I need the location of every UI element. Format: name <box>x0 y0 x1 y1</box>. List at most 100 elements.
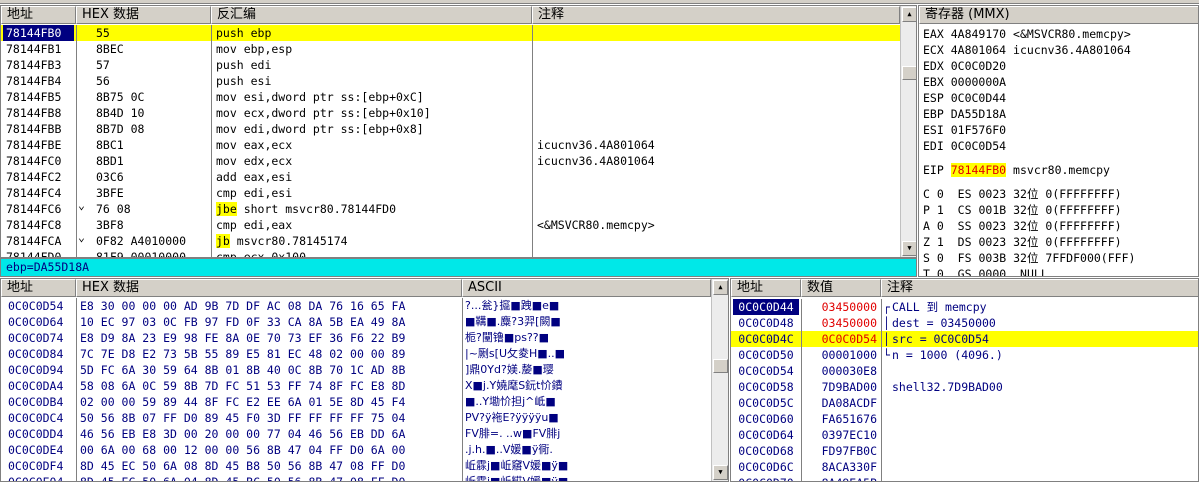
flag-value[interactable]: 1 <box>937 203 944 217</box>
disasm-row[interactable]: 78144FC0 8BD1 mov edx,ecx icucnv36.4A801064 <box>1 153 900 169</box>
disasm-row[interactable]: 78144FB4 56 push esi <box>1 73 900 89</box>
stack-row[interactable]: 0C0C0D4C 0C0C0D54 │ src = 0C0C0D54 <box>731 331 1198 347</box>
scroll-down-arrow-icon[interactable]: ▼ <box>713 465 728 480</box>
disasm-row[interactable]: 78144FC4 3BFE cmp edi,esi <box>1 185 900 201</box>
flag-value[interactable]: 0 <box>937 187 944 201</box>
disasm-row[interactable]: 78144FB8 8B4D 10 mov ecx,dword ptr ss:[ebp… <box>1 105 900 121</box>
flag-value[interactable]: 0 <box>937 219 944 233</box>
flag-value[interactable]: 1 <box>937 235 944 249</box>
scroll-up-arrow-icon[interactable]: ▲ <box>713 280 728 295</box>
stack-header-comment[interactable]: 注释 <box>881 279 1198 297</box>
disasm-header-comment[interactable]: 注释 <box>532 6 900 24</box>
scroll-thumb[interactable] <box>902 66 916 80</box>
stack-row[interactable]: 0C0C0D5C DA08ACDF <box>731 395 1198 411</box>
dump-row[interactable]: 0C0C0DE4 00 6A 00 68 00 12 00 00 56 8B 47… <box>1 442 711 458</box>
dump-header-ascii[interactable]: ASCII <box>462 279 711 297</box>
stack-row[interactable]: 0C0C0D64 0397EC10 <box>731 427 1198 443</box>
flag-segment-row[interactable]: S 0 FS 003B 32位 7FFDF000(FFF) <box>923 250 1135 266</box>
dump-row[interactable]: 0C0C0DB4 02 00 00 59 89 44 8F FC E2 EE 6A… <box>1 394 711 410</box>
stack-rows[interactable]: 0C0C0D44 03450000 ┌ CALL 到 memcpy 0C0C0D48 03… <box>731 299 1198 481</box>
register-row[interactable]: ESP 0C0C0D44 <box>923 90 1013 106</box>
disasm-row[interactable]: 78144FBE 8BC1 mov eax,ecx icucnv36.4A801064 <box>1 137 900 153</box>
flag-segment-row[interactable]: A 0 SS 0023 32位 0(FFFFFFFF) <box>923 218 1122 234</box>
flag-value[interactable]: 0 <box>937 267 944 276</box>
flag-segment-row[interactable]: P 1 CS 001B 32位 0(FFFFFFFF) <box>923 202 1122 218</box>
registers-pane[interactable]: 寄存器 (MMX) EAX 4A849170 <&MSVCR80.memcpy>… <box>918 5 1199 277</box>
disasm-row[interactable]: 78144FD0 81F9 00010000 cmp ecx,0x100 <box>1 249 900 257</box>
column-divider <box>881 363 882 379</box>
register-value[interactable]: 0C0C0D54 <box>951 139 1006 153</box>
register-value[interactable]: 4A801064 <box>951 43 1006 57</box>
dump-header-address[interactable]: 地址 <box>1 279 76 297</box>
stack-row[interactable]: 0C0C0D68 FD97FB0C <box>731 443 1198 459</box>
register-row[interactable]: EAX 4A849170 <&MSVCR80.memcpy> <box>923 26 1131 42</box>
disasm-rows[interactable]: 78144FB0 55 push ebp 78144FB1 8BEC mov ebp,es… <box>1 25 900 257</box>
disasm-row[interactable]: 78144FBB 8B7D 08 mov edi,dword ptr ss:[ebp… <box>1 121 900 137</box>
dump-rows[interactable]: 0C0C0D54 E8 30 00 00 00 AD 9B 7D DF AC 08… <box>1 298 711 481</box>
stack-header-value[interactable]: 数值 <box>801 279 881 297</box>
dump-row[interactable]: 0C0C0D94 5D FC 6A 30 59 64 8B 01 8B 40 0C… <box>1 362 711 378</box>
register-value[interactable]: 0C0C0D20 <box>951 59 1006 73</box>
register-row[interactable]: ESI 01F576F0 <box>923 122 1013 138</box>
disasm-row[interactable]: 78144FB0 55 push ebp <box>1 25 900 41</box>
dump-hex: 02 00 00 59 89 44 8F FC E2 EE 6A 01 5E 8… <box>80 395 406 409</box>
dump-row[interactable]: 0C0C0E04 8D 45 EC 50 6A 04 8D 45 BC 50 56… <box>1 474 711 481</box>
stack-pane[interactable]: 地址 数值 注释 0C0C0D44 03450000 ┌ CALL 到 memcpy 0… <box>730 278 1199 482</box>
register-row[interactable]: EDI 0C0C0D54 <box>923 138 1013 154</box>
flag-segment-row[interactable]: C 0 ES 0023 32位 0(FFFFFFFF) <box>923 186 1122 202</box>
stack-row[interactable]: 0C0C0D70 8A49EA5B <box>731 475 1198 481</box>
stack-header-address[interactable]: 地址 <box>731 279 801 297</box>
register-value[interactable]: 4A849170 <box>951 27 1006 41</box>
stack-row[interactable]: 0C0C0D44 03450000 ┌ CALL 到 memcpy <box>731 299 1198 315</box>
stack-row[interactable]: 0C0C0D54 000030E8 <box>731 363 1198 379</box>
disasm-scrollbar[interactable]: ▲ ▼ <box>900 6 916 257</box>
dump-row[interactable]: 0C0C0DD4 46 56 EB E8 3D 00 20 00 00 77 04… <box>1 426 711 442</box>
disasm-row[interactable]: 78144FCA ⌄ 0F82 A4010000 jb msvcr80.7814517… <box>1 230 900 249</box>
registers-header[interactable]: 寄存器 (MMX) <box>919 6 1198 24</box>
register-row[interactable]: EBX 0000000A <box>923 74 1013 90</box>
disasm-row[interactable]: 78144FB5 8B75 0C mov esi,dword ptr ss:[ebp… <box>1 89 900 105</box>
disasm-row[interactable]: 78144FC8 3BF8 cmp edi,eax <&MSVCR80.memcpy> <box>1 217 900 233</box>
register-value[interactable]: 0C0C0D44 <box>951 91 1006 105</box>
dump-address: 0C0C0D64 <box>8 315 64 329</box>
dump-row[interactable]: 0C0C0D64 10 EC 97 03 0C FB 97 FD 0F 33 CA… <box>1 314 711 330</box>
stack-row[interactable]: 0C0C0D6C 8ACA330F <box>731 459 1198 475</box>
register-value[interactable]: DA55D18A <box>951 107 1006 121</box>
flag-segment-row[interactable]: T 0 GS 0000 NULL <box>923 266 1048 276</box>
eip-row[interactable]: EIP 78144FB0 msvcr80.memcpy <box>923 162 1110 178</box>
register-value[interactable]: 01F576F0 <box>951 123 1006 137</box>
register-row[interactable]: ECX 4A801064 icucnv36.4A801064 <box>923 42 1131 58</box>
scroll-up-arrow-icon[interactable]: ▲ <box>902 7 916 22</box>
disasm-header-disasm[interactable]: 反汇编 <box>211 6 532 24</box>
scroll-down-arrow-icon[interactable]: ▼ <box>902 241 916 256</box>
jump-arrow-icon <box>78 69 90 85</box>
dump-row[interactable]: 0C0C0D84 7C 7E D8 E2 73 5B 55 89 E5 81 EC… <box>1 346 711 362</box>
disasm-row[interactable]: 78144FB3 57 push edi <box>1 57 900 73</box>
register-row[interactable]: EDX 0C0C0D20 <box>923 58 1013 74</box>
disasm-row[interactable]: 78144FC2 03C6 add eax,esi <box>1 169 900 185</box>
dump-scrollbar[interactable]: ▲ ▼ <box>711 279 728 481</box>
dump-row[interactable]: 0C0C0DC4 50 56 8B 07 FF D0 89 45 F0 3D FF… <box>1 410 711 426</box>
flag-value[interactable]: 0 <box>937 251 944 265</box>
stack-row[interactable]: 0C0C0D48 03450000 │ dest = 03450000 <box>731 315 1198 331</box>
disasm-row[interactable]: 78144FB1 8BEC mov ebp,esp <box>1 41 900 57</box>
stack-row[interactable]: 0C0C0D60 FA651676 <box>731 411 1198 427</box>
dump-row[interactable]: 0C0C0D74 E8 D9 8A 23 E9 98 FE 8A 0E 70 73… <box>1 330 711 346</box>
register-row[interactable]: EBP DA55D18A <box>923 106 1013 122</box>
register-value[interactable]: 0000000A <box>951 75 1006 89</box>
eip-register[interactable]: EIP 78144FB0 msvcr80.memcpy <box>919 162 1198 178</box>
flag-segment-row[interactable]: Z 1 DS 0023 32位 0(FFFFFFFF) <box>923 234 1122 250</box>
dump-row[interactable]: 0C0C0DF4 8D 45 EC 50 6A 08 8D 45 B8 50 56… <box>1 458 711 474</box>
disasm-header-hex[interactable]: HEX 数据 <box>76 6 211 24</box>
eip-value[interactable]: 78144FB0 <box>950 163 1007 177</box>
disasm-header-address[interactable]: 地址 <box>1 6 76 24</box>
dump-row[interactable]: 0C0C0D54 E8 30 00 00 00 AD 9B 7D DF AC 08… <box>1 298 711 314</box>
dump-header-hex[interactable]: HEX 数据 <box>76 279 462 297</box>
dump-row[interactable]: 0C0C0DA4 58 08 6A 0C 59 8B 7D FC 51 53 FF… <box>1 378 711 394</box>
memory-dump-pane[interactable]: 地址 HEX 数据 ASCII 0C0C0D54 E8 30 00 00 00 A… <box>0 278 729 482</box>
scroll-thumb[interactable] <box>713 359 728 373</box>
disassembly-pane[interactable]: 地址 HEX 数据 反汇编 注释 78144FB0 55 push ebp 78144… <box>0 5 917 258</box>
stack-row[interactable]: 0C0C0D58 7D9BAD00 shell32.7D9BAD00 <box>731 379 1198 395</box>
disasm-row[interactable]: 78144FC6 ⌄ 76 08 jbe short msvcr80.78144FD0 <box>1 198 900 217</box>
stack-row[interactable]: 0C0C0D50 00001000 └ n = 1000 (4096.) <box>731 347 1198 363</box>
